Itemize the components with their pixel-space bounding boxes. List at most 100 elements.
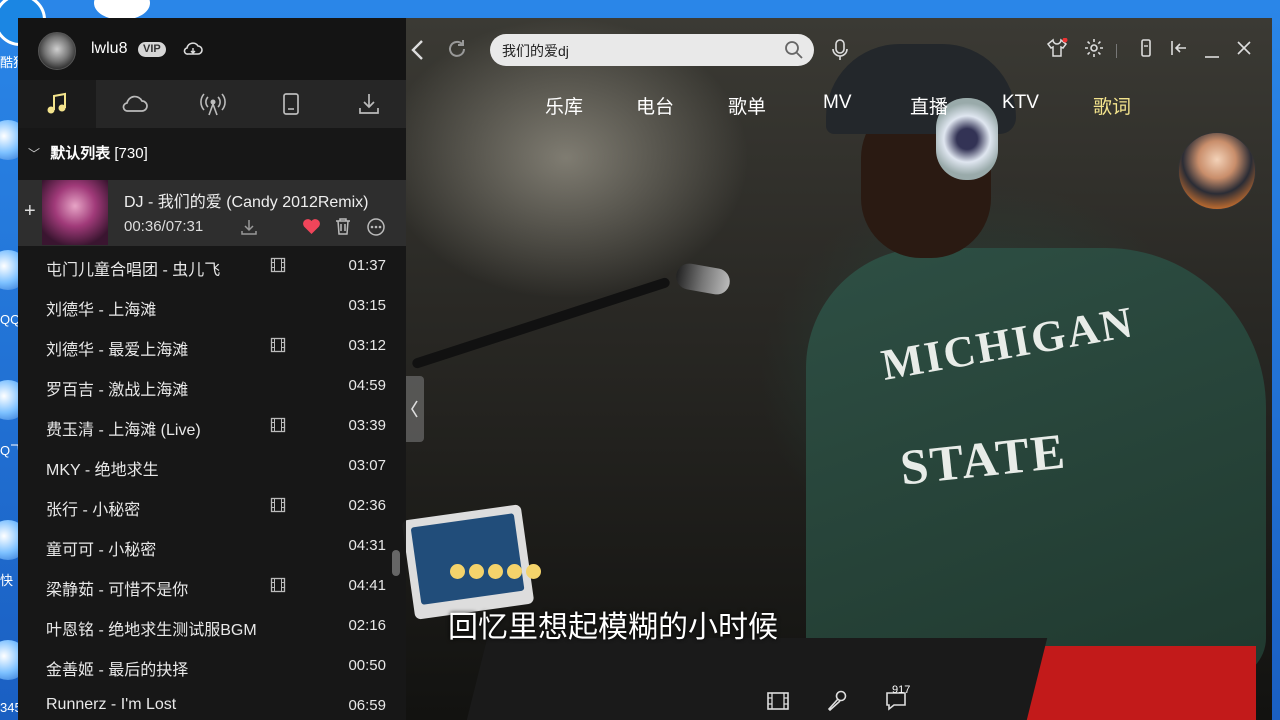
mv-film-icon[interactable] [766,690,790,717]
photo-mixer [464,638,1048,720]
tab-radio[interactable] [174,80,252,128]
song-row[interactable]: 刘德华 - 最爱上海滩 03:12 [18,326,406,366]
now-playing-title: DJ - 我们的爱 (Candy 2012Remix) [124,194,369,211]
song-title: Runnerz - I'm Lost [46,696,177,713]
playlist-count: [730] [114,145,148,162]
song-duration: 06:59 [348,697,386,714]
voice-search-icon[interactable] [830,38,850,67]
music-note-icon [47,92,66,114]
song-row[interactable]: 罗百吉 - 激战上海滩 04:59 [18,366,406,406]
mv-icon[interactable] [270,337,286,358]
microphone [674,261,732,297]
song-duration: 04:31 [348,537,386,554]
download-song-icon[interactable] [240,218,258,241]
panel-tabs [18,80,406,128]
download-icon [359,94,379,114]
radio-antenna-icon [200,93,226,116]
song-title: 刘德华 - 上海滩 [46,302,157,319]
song-row[interactable]: MKY - 绝地求生 03:07 [18,446,406,486]
dock-left-icon[interactable] [1170,39,1188,62]
song-duration: 02:36 [348,497,386,514]
user-avatar[interactable] [38,32,76,70]
nav-live[interactable]: 直播 [910,92,948,119]
mic-arm [411,276,671,370]
desktop-icon-label: 快 [0,573,14,588]
song-duration: 04:41 [348,577,386,594]
nav-library[interactable]: 乐库 [545,92,583,119]
song-title: 张行 - 小秘密 [46,502,141,519]
now-playing-row[interactable]: + DJ - 我们的爱 (Candy 2012Remix) 00:36/07:3… [18,180,406,246]
song-title: 费玉清 - 上海滩 (Live) [46,422,201,439]
desktop-app-icon[interactable] [94,0,150,20]
scrollbar-thumb[interactable] [392,550,400,576]
live-host-avatar[interactable] [1178,132,1256,210]
song-title: 童可可 - 小秘密 [46,542,157,559]
cloud-sync-icon[interactable] [182,39,204,64]
minimize-icon[interactable] [1204,46,1220,64]
comment-count: 917 [892,684,911,696]
current-lyric-line: 回忆里想起模糊的小时候 [448,611,778,644]
song-title: MKY - 绝地求生 [46,462,159,479]
nav-lyrics[interactable]: 歌词 [1093,92,1131,119]
chevron-left-icon [411,400,418,418]
mv-icon[interactable] [270,257,286,278]
close-icon[interactable] [1236,40,1252,61]
now-playing-time: 00:36/07:31 [124,218,204,235]
tab-cloud[interactable] [96,80,174,128]
refresh-icon[interactable] [446,38,468,65]
song-row[interactable]: 费玉清 - 上海滩 (Live) 03:39 [18,406,406,446]
song-row[interactable]: 梁静茹 - 可惜不是你 04:41 [18,566,406,606]
song-row[interactable]: 刘德华 - 上海滩 03:15 [18,286,406,326]
add-icon[interactable]: + [24,200,36,223]
tab-device[interactable] [252,80,330,128]
song-row[interactable]: Runnerz - I'm Lost 06:59 [18,686,406,720]
mv-icon[interactable] [270,497,286,518]
back-arrow-icon[interactable] [410,38,426,67]
settings-gear-icon[interactable] [1084,38,1104,63]
song-title: 梁静茹 - 可惜不是你 [46,582,189,599]
song-title: 金善姬 - 最后的抉择 [46,662,189,679]
song-duration: 03:15 [348,297,386,314]
mini-mode-icon[interactable] [1140,38,1152,63]
player-window: MICHIGAN STATE lwlu8 VIP 我们的爱dj 乐库 电台 歌单… [18,18,1272,720]
tab-music[interactable] [18,80,96,128]
search-input[interactable]: 我们的爱dj [490,34,814,66]
mv-icon[interactable] [270,577,286,598]
song-title: 刘德华 - 最爱上海滩 [46,342,189,359]
search-icon[interactable] [784,40,804,65]
more-options-icon[interactable] [366,217,386,242]
delete-trash-icon[interactable] [334,217,352,241]
nav-playlists[interactable]: 歌单 [728,92,766,119]
song-duration: 04:59 [348,377,386,394]
like-heart-icon[interactable] [302,218,321,240]
song-duration: 03:39 [348,417,386,434]
cloud-icon [122,95,148,112]
collapse-panel-handle[interactable] [406,376,424,442]
tab-downloads[interactable] [330,80,408,128]
karaoke-mic-icon[interactable] [826,690,848,717]
song-duration: 03:12 [348,337,386,354]
song-duration: 00:50 [348,657,386,674]
song-row[interactable]: 张行 - 小秘密 02:36 [18,486,406,526]
mv-icon[interactable] [270,417,286,438]
song-row[interactable]: 金善姬 - 最后的抉择 00:50 [18,646,406,686]
nav-ktv[interactable]: KTV [1002,92,1039,114]
nav-mv[interactable]: MV [823,92,852,114]
skin-shirt-icon[interactable] [1046,37,1068,63]
nav-radio[interactable]: 电台 [636,92,674,119]
album-cover[interactable] [42,180,108,245]
toolbar-divider [1116,44,1117,58]
phone-icon [283,93,299,115]
song-row[interactable]: 屯门儿童合唱团 - 虫儿飞 01:37 [18,246,406,286]
playlist-panel: ﹀ 默认列表 [730] + DJ - 我们的爱 (Candy 2012Remi… [18,80,406,720]
song-title: 叶恩铭 - 绝地求生测试服BGM [46,622,257,639]
song-row[interactable]: 叶恩铭 - 绝地求生测试服BGM 02:16 [18,606,406,646]
search-input-value: 我们的爱dj [502,43,569,59]
username[interactable]: lwlu8 [91,40,127,58]
song-duration: 02:16 [348,617,386,634]
playlist-header[interactable]: ﹀ 默认列表 [730] [28,142,148,163]
song-title: 屯门儿童合唱团 - 虫儿飞 [46,262,221,279]
song-row[interactable]: 童可可 - 小秘密 04:31 [18,526,406,566]
song-title: 罗百吉 - 激战上海滩 [46,382,189,399]
vip-badge[interactable]: VIP [138,42,166,57]
